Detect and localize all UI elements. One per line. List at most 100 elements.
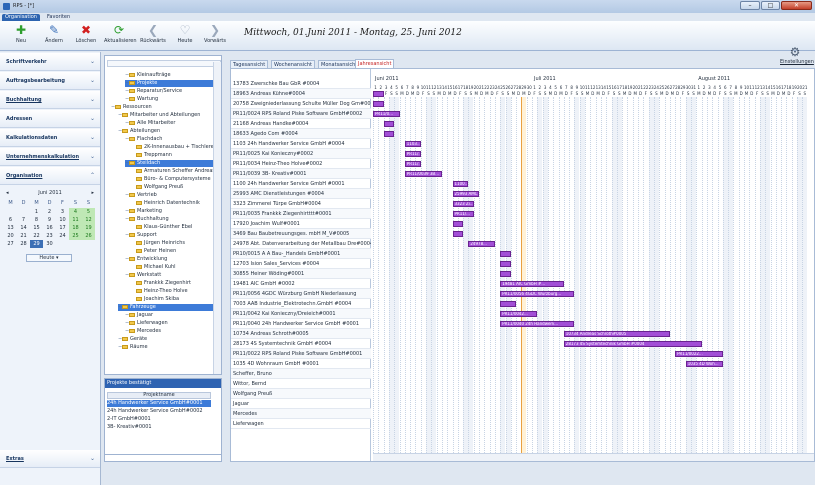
tree-item[interactable]: − Wartung: [125, 96, 217, 103]
gantt-row-label[interactable]: 3469 Bau Baubetreuungsges. mbH M_V#0005: [231, 229, 371, 239]
project-row[interactable]: 3B- Kreativ#0001: [107, 424, 211, 431]
project-row[interactable]: 24h Handwerker Service GmbH#0001: [107, 400, 211, 407]
gantt-row-label[interactable]: 12703 Ision Sales_Services #0004: [231, 259, 371, 269]
calendar-day[interactable]: 4: [69, 208, 82, 216]
tree-item[interactable]: 2K-Innenausbau + Tischlerei: [132, 144, 217, 151]
back-button[interactable]: ❮ Rückwärts: [138, 23, 168, 49]
calendar-day[interactable]: 7: [17, 216, 30, 224]
calendar-day[interactable]: 19: [82, 224, 95, 232]
project-column-header[interactable]: Projektname: [107, 392, 211, 399]
gantt-bar[interactable]: [500, 251, 511, 257]
tree-item[interactable]: − Mitarbeiter und Abteilungen: [118, 112, 217, 119]
gantt-row-label[interactable]: PR11/0025 Kai Konieczny#0002: [231, 149, 371, 159]
gantt-row-label[interactable]: PR11/0022 RPS Roland Piske Software GmbH…: [231, 349, 371, 359]
gantt-row-label[interactable]: Wolfgang Preuß: [231, 389, 371, 399]
tree-item[interactable]: Joachim Skiba: [132, 296, 217, 303]
gantt-bar[interactable]: [373, 101, 384, 107]
tree-item[interactable]: − Buchhaltung: [125, 216, 217, 223]
gantt-bar[interactable]: [383, 121, 395, 127]
gantt-row-label[interactable]: Wittor, Bernd: [231, 379, 371, 389]
calendar-day[interactable]: 12: [82, 216, 95, 224]
tree-item[interactable]: − Flachdach: [125, 136, 217, 143]
gantt-row-label[interactable]: PR10/0015 A A Bau-_Handels GmbH#0001: [231, 249, 371, 259]
gantt-row-label[interactable]: 19481 AIC GmbH #0002: [231, 279, 371, 289]
gantt-row-label[interactable]: 24978 Abt. Datenverarbeitung der Metallb…: [231, 239, 371, 249]
maximize-button[interactable]: □: [761, 1, 780, 10]
tree-item[interactable]: − Steildach: [125, 160, 217, 167]
calendar-day[interactable]: 6: [4, 216, 17, 224]
gantt-bar[interactable]: 28173 4S Systemtechnik GmbH #0004: [563, 341, 702, 347]
refresh-button[interactable]: ⟳ Aktualisieren: [104, 23, 137, 49]
tree-item[interactable]: Peter Heinen: [132, 248, 217, 255]
tree-item[interactable]: Heinz-Theo Holve: [132, 288, 217, 295]
gantt-horizontal-scrollbar[interactable]: [373, 453, 814, 461]
calendar-day[interactable]: 27: [4, 240, 17, 248]
new-button[interactable]: ✚ Neu: [8, 23, 34, 49]
tree-item[interactable]: − Fahrzeuge: [118, 304, 217, 311]
tree-item[interactable]: − Geräte: [118, 336, 217, 343]
calendar-day[interactable]: 8: [30, 216, 43, 224]
gantt-row-label[interactable]: PR11/0040 24h Handwerker Service GmbH #0…: [231, 319, 371, 329]
gantt-row-label[interactable]: PR11/0042 Kai Konieczny/Dreieich#0001: [231, 309, 371, 319]
tree-item[interactable]: − Reparatur/Service: [125, 88, 217, 95]
delete-button[interactable]: ✖ Löschen: [72, 23, 100, 49]
gantt-row-label[interactable]: 1103 24h Handwerker Service GmbH #0004: [231, 139, 371, 149]
calendar-day[interactable]: 16: [43, 224, 56, 232]
tree-item[interactable]: − Vertrieb: [125, 192, 217, 199]
gantt-row-label[interactable]: PR11/0039 3B- Kreativ#0001: [231, 169, 371, 179]
gantt-row-label[interactable]: PR11/0035 Frankkk Ziegenhirtttt#0001: [231, 209, 371, 219]
edit-button[interactable]: ✎ Ändern: [40, 23, 68, 49]
gantt-bar[interactable]: PR11/0042...: [500, 311, 538, 317]
gantt-bar[interactable]: PR11/0056 4GDC Würzburg...: [500, 291, 575, 297]
gantt-row-label[interactable]: 13783 Zwerschke Bau GbR #0004: [231, 79, 371, 89]
gantt-bar[interactable]: [452, 231, 464, 237]
gantt-row-label[interactable]: 25993 AMC Dienstleistungen #0004: [231, 189, 371, 199]
gantt-row-label[interactable]: 18633 Agedo Com #0004: [231, 129, 371, 139]
tree-item[interactable]: − Mercedes: [125, 328, 217, 335]
gantt-bar[interactable]: PR11/0040 24h Handwerk...: [500, 321, 575, 327]
gantt-bar[interactable]: 1035 4D Woh...: [685, 361, 723, 367]
project-row[interactable]: 2-IT GmbH#0001: [107, 416, 211, 423]
calendar-day[interactable]: 9: [43, 216, 56, 224]
calendar-day[interactable]: 21: [17, 232, 30, 240]
gantt-bar[interactable]: 10734 Andreas Schroth#0005: [563, 331, 670, 337]
gantt-row-label[interactable]: PR11/0056 4GDC Würzburg GmbH Niederlassu…: [231, 289, 371, 299]
calendar-day[interactable]: 11: [69, 216, 82, 224]
nav-organisation[interactable]: Organisation ⌃: [0, 167, 100, 185]
gantt-row-label[interactable]: 1035 4D Wohnraum GmbH #0001: [231, 359, 371, 369]
tree-item[interactable]: Heinrich Datentechnik: [132, 200, 217, 207]
tree-item[interactable]: − Projekte: [125, 80, 217, 87]
tree-item[interactable]: Wolfgang Preuß: [132, 184, 217, 191]
gantt-row-label[interactable]: Scheffer, Bruno: [231, 369, 371, 379]
tree-item[interactable]: − Alle Mitarbeiter: [125, 120, 217, 127]
nav-extras[interactable]: Extras ⌄: [0, 450, 100, 468]
tree-item[interactable]: Treppmann: [132, 152, 217, 159]
gantt-row-label[interactable]: 30855 Heiner Wöding#0001: [231, 269, 371, 279]
gantt-bar[interactable]: [500, 271, 511, 277]
gantt-bar[interactable]: [373, 91, 384, 97]
gantt-bar[interactable]: PR11/...: [452, 211, 474, 217]
gantt-bar[interactable]: 19481 AIC GmbH #...: [500, 281, 564, 287]
today-toolbar-button[interactable]: ♡ Heute: [172, 23, 198, 49]
gantt-row-label[interactable]: 7003 AAB Industrie_Elektrotechn.GmbH #00…: [231, 299, 371, 309]
calendar-day[interactable]: 24: [56, 232, 69, 240]
tab-tagesansicht[interactable]: Tagesansicht: [230, 60, 269, 68]
gantt-row-label[interactable]: 3323 Zimmerei Türpe GmbH#0004: [231, 199, 371, 209]
tree-scrollbar[interactable]: [213, 62, 221, 374]
tab-jahresansicht[interactable]: Jahresansicht: [355, 59, 395, 68]
calendar-day[interactable]: 5: [82, 208, 95, 216]
gantt-bar[interactable]: [452, 221, 464, 227]
tree-item[interactable]: Jürgen Heinrichs: [132, 240, 217, 247]
calendar-day[interactable]: 29: [30, 240, 43, 248]
calendar-day[interactable]: 14: [17, 224, 30, 232]
nav-auftragsbearbeitung[interactable]: Auftragsbearbeitung ⌄: [0, 72, 100, 90]
calendar-day[interactable]: 18: [69, 224, 82, 232]
calendar-today-button[interactable]: Heute ▾: [26, 254, 72, 262]
tree-item[interactable]: − Räume: [118, 344, 217, 351]
gantt-row-label[interactable]: 28173 4S Systemtechnik GmbH #0004: [231, 339, 371, 349]
gantt-bar[interactable]: PR11/...: [404, 161, 421, 167]
nav-adressen[interactable]: Adressen ⌄: [0, 110, 100, 128]
gantt-row-label[interactable]: 18963 Andreas Kühne#0004: [231, 89, 371, 99]
gantt-bar[interactable]: [500, 261, 511, 267]
calendar-day[interactable]: 17: [56, 224, 69, 232]
